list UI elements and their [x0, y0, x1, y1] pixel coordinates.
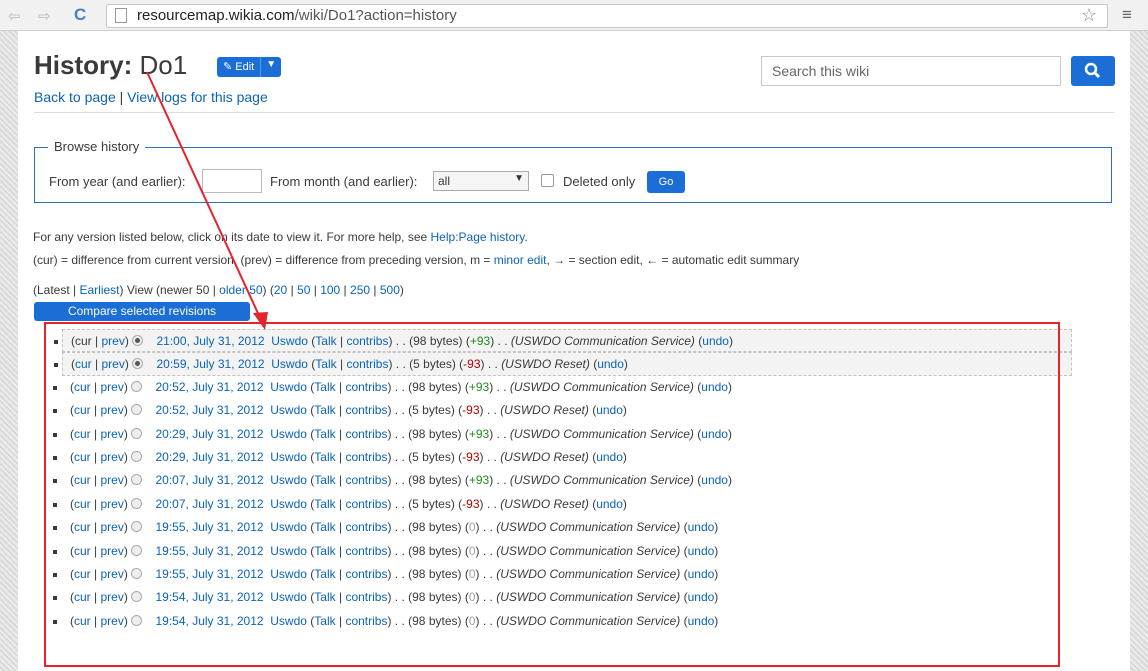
- limit-link[interactable]: 20: [274, 283, 287, 297]
- year-input[interactable]: [202, 169, 262, 193]
- help-text: For any version listed below, click on i…: [33, 230, 528, 244]
- minor-edit-link[interactable]: minor edit: [494, 253, 547, 267]
- title-page-name: Do1: [139, 50, 188, 80]
- help-page-history-link[interactable]: Help:Page history: [431, 230, 525, 244]
- go-button[interactable]: Go: [647, 171, 685, 193]
- title-prefix: History:: [34, 50, 133, 80]
- month-label: From month (and earlier):: [270, 174, 418, 189]
- limit-link[interactable]: 500: [380, 283, 400, 297]
- month-select[interactable]: all ▼: [433, 171, 529, 191]
- legend-text-a: (cur) = difference from current version,…: [33, 253, 494, 267]
- url-host: resourcemap.wikia.com: [137, 7, 295, 24]
- earliest-link[interactable]: Earliest: [80, 283, 120, 297]
- page-margin-right: [1130, 31, 1148, 671]
- url-path: /wiki/Do1?action=history: [294, 7, 457, 24]
- deleted-only-label: Deleted only: [563, 174, 636, 189]
- limit-link[interactable]: 100: [320, 283, 340, 297]
- month-select-value: all: [438, 174, 451, 188]
- year-label: From year (and earlier):: [49, 174, 186, 189]
- help-text-body: For any version listed below, click on i…: [33, 230, 431, 244]
- limit-link[interactable]: 250: [350, 283, 370, 297]
- deleted-only-checkbox[interactable]: [541, 174, 554, 187]
- chevron-down-icon[interactable]: ▼: [261, 57, 281, 77]
- divider: [34, 112, 1114, 113]
- address-bar[interactable]: resourcemap.wikia.com/wiki/Do1?action=hi…: [106, 4, 1108, 28]
- url-text[interactable]: resourcemap.wikia.com/wiki/Do1?action=hi…: [137, 7, 457, 24]
- search-button[interactable]: [1071, 56, 1115, 86]
- page-icon: [115, 8, 127, 23]
- annotation-box: [44, 322, 1060, 667]
- newer-text: newer 50: [160, 283, 210, 297]
- limit-link[interactable]: 50: [297, 283, 310, 297]
- page-margin-left: [0, 31, 18, 671]
- dropdown-arrow-icon: ▼: [514, 173, 524, 184]
- back-arrow-icon[interactable]: ⇦: [8, 7, 21, 25]
- back-to-page-link[interactable]: Back to page: [34, 89, 116, 105]
- browser-menu-icon[interactable]: ≡: [1122, 5, 1132, 25]
- compare-revisions-button[interactable]: Compare selected revisions: [34, 302, 250, 321]
- search-icon: [1084, 62, 1101, 79]
- bookmark-star-icon[interactable]: ☆: [1081, 5, 1097, 26]
- older-link[interactable]: older 50: [219, 283, 262, 297]
- edit-button[interactable]: ✎ Edit ▼: [217, 57, 282, 77]
- legend-text: (cur) = difference from current version,…: [33, 253, 799, 267]
- header-links: Back to page | View logs for this page: [34, 89, 268, 105]
- forward-arrow-icon[interactable]: ⇨: [38, 7, 51, 25]
- view-text: View: [126, 283, 153, 297]
- page-title: History: Do1: [34, 50, 187, 81]
- edit-button-label: ✎ Edit: [217, 57, 260, 77]
- latest-text: Latest: [37, 283, 70, 297]
- browse-history-legend: Browse history: [48, 139, 146, 154]
- browser-toolbar: ⇦ ⇨ C resourcemap.wikia.com/wiki/Do1?act…: [0, 0, 1148, 31]
- pencil-icon: ✎: [223, 61, 233, 73]
- paging-controls: (Latest | Earliest) View (newer 50 | old…: [33, 283, 404, 297]
- legend-text-b: , → = section edit, ← = automatic edit s…: [546, 253, 800, 267]
- search-input[interactable]: [761, 56, 1061, 86]
- reload-icon[interactable]: C: [74, 5, 86, 25]
- view-logs-link[interactable]: View logs for this page: [127, 89, 268, 105]
- edit-label-text: Edit: [235, 61, 255, 73]
